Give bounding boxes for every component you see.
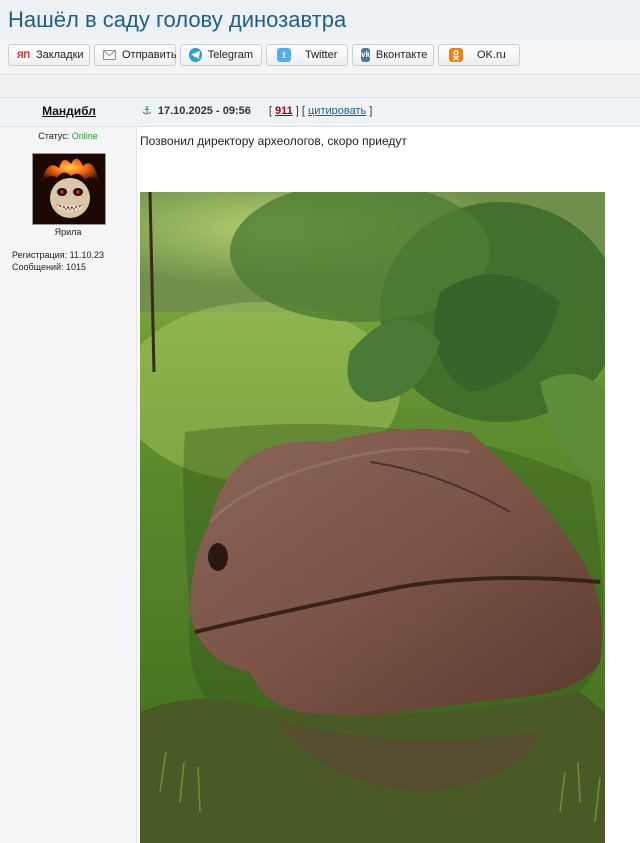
post-datetime: 17.10.2025 - 09:56 — [157, 105, 251, 117]
share-ok-label: OK.ru — [477, 49, 506, 61]
share-toolbar: ЯП Закладки Отправить Telegram t Twitter… — [0, 40, 640, 74]
page-title: Нашёл в саду голову динозавтра — [8, 7, 347, 32]
share-ok-button[interactable]: OK.ru — [438, 44, 520, 66]
share-telegram-label: Telegram — [207, 49, 253, 61]
post-text: Позвонил директору археологов, скоро при… — [140, 134, 407, 148]
twitter-icon: t — [277, 48, 291, 62]
share-twitter-label: Twitter — [305, 49, 338, 61]
messages-row: Сообщений: 1015 — [12, 261, 104, 273]
status-online: Online — [71, 131, 98, 141]
author-sidebar: Статус: Online Ярила Регистрация: 11.10. — [0, 127, 137, 843]
post-header: Мандибл ⚓ 17.10.2025 - 09:56[ 911 ] [ цит… — [0, 97, 640, 127]
boulder-photo — [140, 192, 605, 843]
yandex-bookmarks-icon: ЯП — [17, 48, 30, 62]
telegram-icon — [189, 48, 202, 62]
share-vk-label: Вконтакте — [375, 49, 428, 61]
toolbar-spacer — [0, 74, 640, 97]
share-vk-button[interactable]: vk Вконтакте — [352, 44, 434, 66]
messages-label: Сообщений: — [12, 262, 64, 272]
share-bookmarks-button[interactable]: ЯП Закладки — [8, 44, 90, 66]
post-author-link[interactable]: Мандибл — [0, 104, 138, 118]
share-telegram-button[interactable]: Telegram — [180, 44, 262, 66]
vk-icon: vk — [361, 48, 370, 62]
share-email-button[interactable]: Отправить — [94, 44, 177, 66]
user-stats: Регистрация: 11.10.23 Сообщений: 1015 — [12, 249, 104, 273]
author-status: Статус: Online — [0, 131, 136, 141]
envelope-icon — [103, 50, 116, 60]
share-email-label: Отправить — [122, 49, 177, 61]
post-rating[interactable]: 911 — [275, 105, 293, 117]
registration-label: Регистрация: — [12, 250, 68, 260]
avatar-caption: Ярила — [54, 227, 82, 237]
share-twitter-button[interactable]: t Twitter — [266, 44, 348, 66]
status-label: Статус: — [38, 131, 70, 141]
post-meta: ⚓ 17.10.2025 - 09:56[ 911 ] [ цитировать … — [142, 105, 373, 117]
odnoklassniki-icon — [449, 48, 463, 62]
registration-row: Регистрация: 11.10.23 — [12, 249, 104, 261]
registration-date: 11.10.23 — [69, 250, 105, 260]
messages-count: 1015 — [66, 262, 87, 272]
post-photo[interactable] — [140, 192, 605, 843]
avatar[interactable] — [32, 153, 106, 225]
avatar-image — [33, 154, 105, 224]
anchor-icon[interactable]: ⚓ — [142, 105, 152, 117]
title-bar: Нашёл в саду голову динозавтра — [0, 0, 640, 40]
share-bookmarks-label: Закладки — [35, 49, 84, 61]
quote-link[interactable]: цитировать — [308, 105, 366, 117]
